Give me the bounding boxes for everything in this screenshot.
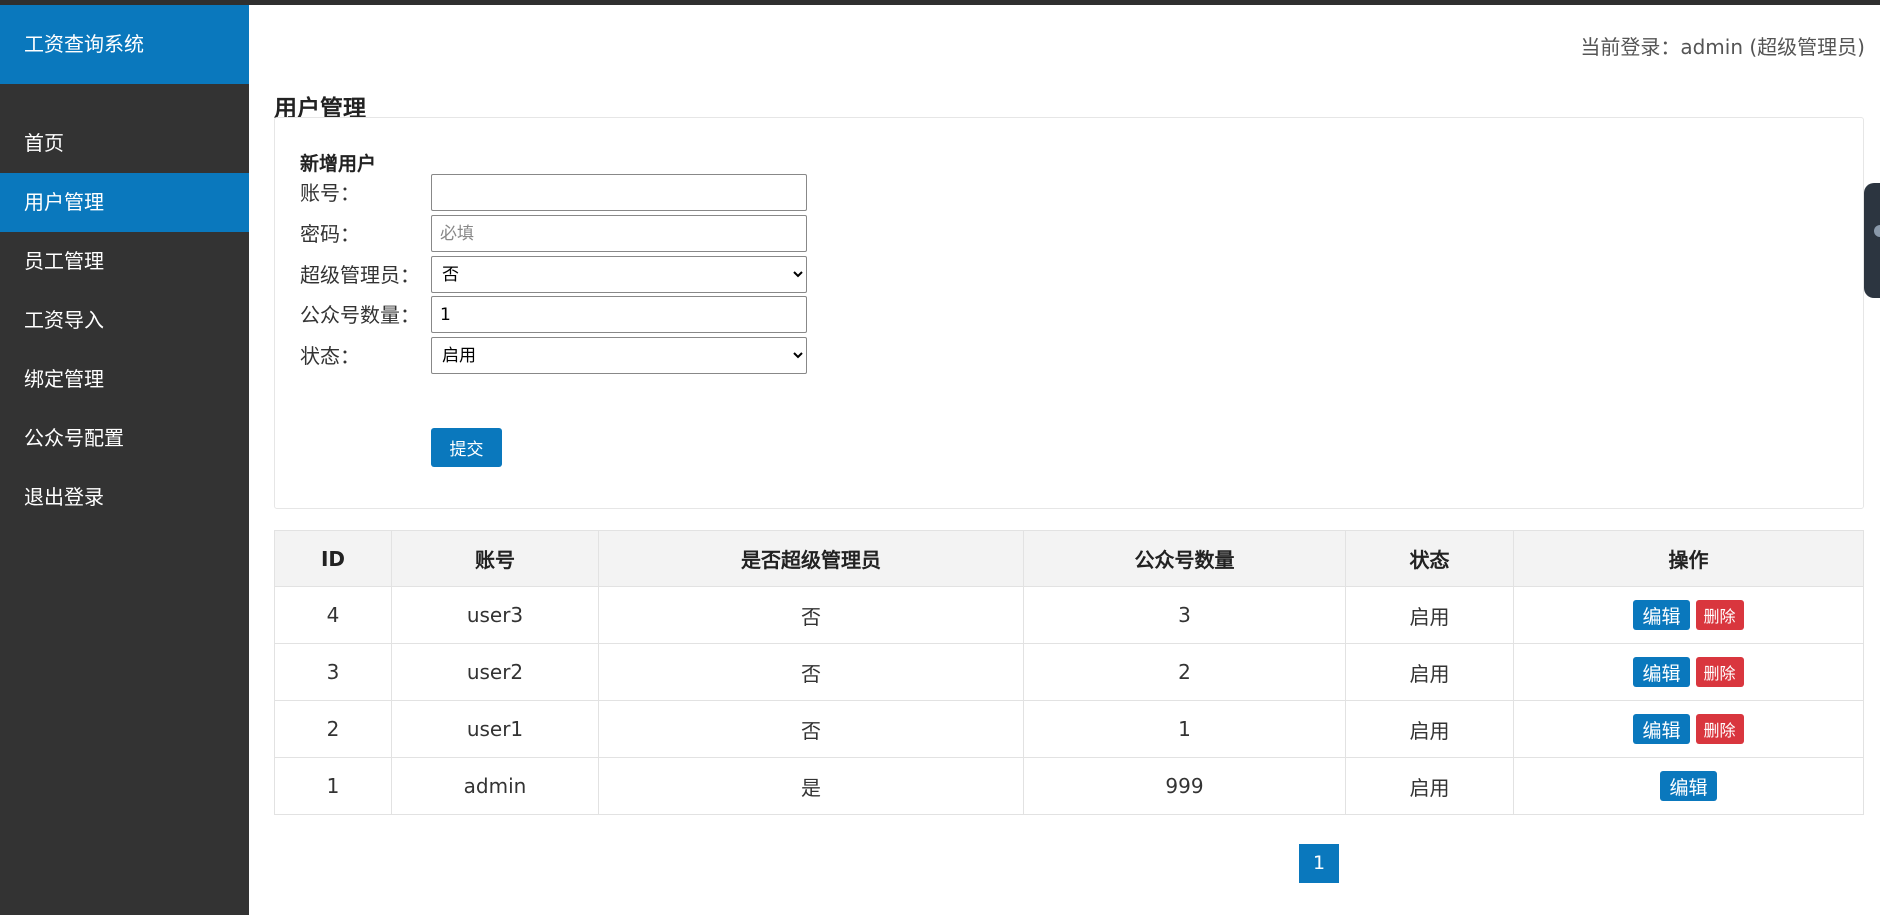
sidebar-item-logout[interactable]: 退出登录 xyxy=(0,468,249,527)
main-content: 当前登录：admin (超级管理员) 用户管理 新增用户 账号： 密码： 超级管… xyxy=(249,5,1880,915)
cell-actions: 编辑 删除 xyxy=(1513,643,1864,701)
cell-is-super: 否 xyxy=(598,700,1024,758)
table-row: 2 user1 否 1 启用 编辑 删除 xyxy=(274,700,1864,758)
account-input[interactable] xyxy=(431,174,807,211)
column-header-actions: 操作 xyxy=(1513,530,1864,587)
cell-id: 1 xyxy=(274,757,392,815)
cell-status: 启用 xyxy=(1345,757,1514,815)
table-row: 1 admin 是 999 启用 编辑 xyxy=(274,757,1864,815)
cell-actions: 编辑 删除 xyxy=(1513,700,1864,758)
sidebar: 工资查询系统 首页 用户管理 员工管理 工资导入 绑定管理 公众号配置 退出登录 xyxy=(0,5,249,915)
cell-account: user3 xyxy=(391,586,599,644)
cell-status: 启用 xyxy=(1345,643,1514,701)
account-count-input[interactable] xyxy=(431,296,807,333)
sidebar-item-home[interactable]: 首页 xyxy=(0,114,249,173)
cell-account: user1 xyxy=(391,700,599,758)
cell-count: 2 xyxy=(1023,643,1346,701)
cell-count: 1 xyxy=(1023,700,1346,758)
cell-status: 启用 xyxy=(1345,700,1514,758)
sidebar-nav: 首页 用户管理 员工管理 工资导入 绑定管理 公众号配置 退出登录 xyxy=(0,114,249,527)
status-label: 状态： xyxy=(300,344,360,368)
form-title: 新增用户 xyxy=(300,153,377,175)
cell-actions: 编辑 删除 xyxy=(1513,586,1864,644)
side-drawer-handle[interactable] xyxy=(1864,183,1880,298)
cell-count: 999 xyxy=(1023,757,1346,815)
column-header-account: 账号 xyxy=(391,530,599,587)
cell-actions: 编辑 xyxy=(1513,757,1864,815)
delete-button[interactable]: 删除 xyxy=(1695,714,1744,744)
cell-is-super: 是 xyxy=(598,757,1024,815)
table-row: 3 user2 否 2 启用 编辑 删除 xyxy=(274,643,1864,701)
cell-is-super: 否 xyxy=(598,586,1024,644)
user-table: ID 账号 是否超级管理员 公众号数量 状态 操作 4 user3 否 3 启用… xyxy=(274,530,1864,815)
submit-button[interactable]: 提交 xyxy=(431,428,502,467)
app-title: 工资查询系统 xyxy=(0,5,249,84)
current-user-info: 当前登录：admin (超级管理员) xyxy=(1580,35,1865,59)
handle-dot-icon xyxy=(1874,225,1880,237)
password-label: 密码： xyxy=(300,222,360,246)
table-header-row: ID 账号 是否超级管理员 公众号数量 状态 操作 xyxy=(274,530,1864,587)
password-input[interactable] xyxy=(431,215,807,252)
user-table-container: ID 账号 是否超级管理员 公众号数量 状态 操作 4 user3 否 3 启用… xyxy=(274,530,1864,815)
cell-id: 2 xyxy=(274,700,392,758)
cell-account: user2 xyxy=(391,643,599,701)
sidebar-item-binding-management[interactable]: 绑定管理 xyxy=(0,350,249,409)
cell-id: 4 xyxy=(274,586,392,644)
superadmin-select[interactable]: 否 xyxy=(431,256,807,293)
sidebar-item-employee-management[interactable]: 员工管理 xyxy=(0,232,249,291)
edit-button[interactable]: 编辑 xyxy=(1660,771,1717,801)
cell-is-super: 否 xyxy=(598,643,1024,701)
edit-button[interactable]: 编辑 xyxy=(1633,600,1690,630)
superadmin-label: 超级管理员： xyxy=(300,263,420,287)
account-count-label: 公众号数量： xyxy=(300,303,420,327)
cell-count: 3 xyxy=(1023,586,1346,644)
cell-account: admin xyxy=(391,757,599,815)
edit-button[interactable]: 编辑 xyxy=(1633,657,1690,687)
sidebar-item-user-management[interactable]: 用户管理 xyxy=(0,173,249,232)
column-header-status: 状态 xyxy=(1345,530,1514,587)
cell-status: 启用 xyxy=(1345,586,1514,644)
add-user-form-card: 新增用户 账号： 密码： 超级管理员： 否 公众号数量： 状态： 启用 提交 xyxy=(274,117,1864,509)
delete-button[interactable]: 删除 xyxy=(1695,600,1744,630)
pagination-page-button[interactable]: 1 xyxy=(1299,844,1339,883)
column-header-count: 公众号数量 xyxy=(1023,530,1346,587)
delete-button[interactable]: 删除 xyxy=(1695,657,1744,687)
account-label: 账号： xyxy=(300,181,360,205)
cell-id: 3 xyxy=(274,643,392,701)
sidebar-item-official-account-config[interactable]: 公众号配置 xyxy=(0,409,249,468)
table-row: 4 user3 否 3 启用 编辑 删除 xyxy=(274,586,1864,644)
status-select[interactable]: 启用 xyxy=(431,337,807,374)
edit-button[interactable]: 编辑 xyxy=(1633,714,1690,744)
column-header-is-super: 是否超级管理员 xyxy=(598,530,1024,587)
sidebar-item-salary-import[interactable]: 工资导入 xyxy=(0,291,249,350)
column-header-id: ID xyxy=(274,530,392,587)
